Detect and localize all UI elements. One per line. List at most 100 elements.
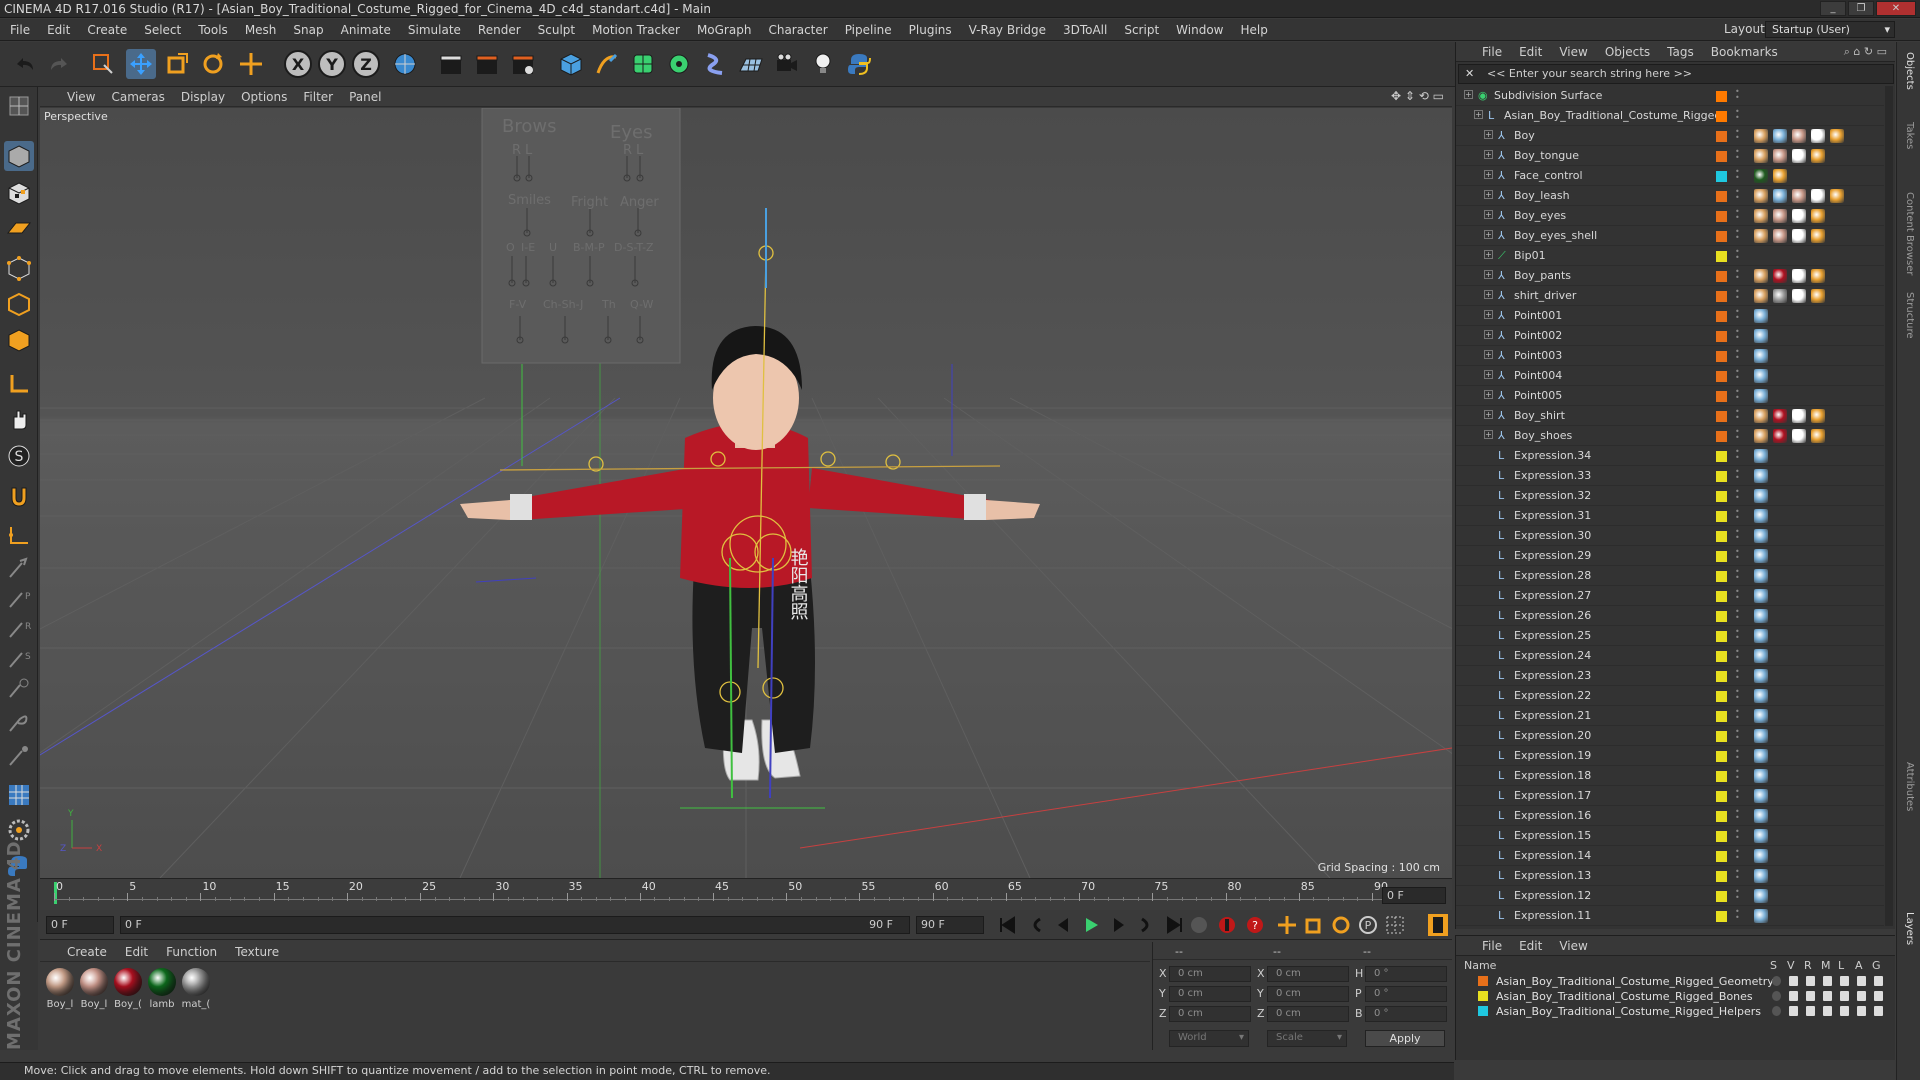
material-menu-create[interactable]: Create bbox=[67, 945, 107, 959]
layer-row[interactable]: Asian_Boy_Traditional_Costume_Rigged_Geo… bbox=[1456, 974, 1886, 989]
object-row[interactable]: + ◉ Subdivision Surface • • bbox=[1456, 86, 1884, 106]
expand-toggle-icon[interactable]: + bbox=[1484, 290, 1493, 299]
object-tag-icon[interactable] bbox=[1754, 189, 1768, 203]
bone-tool-2-button[interactable]: P bbox=[4, 583, 34, 613]
material-menu-edit[interactable]: Edit bbox=[125, 945, 148, 959]
layer-color-swatch[interactable] bbox=[1716, 891, 1727, 902]
visibility-dots-icon[interactable]: • • bbox=[1735, 728, 1740, 742]
layer-color-swatch[interactable] bbox=[1478, 1006, 1488, 1016]
next-keyframe-icon[interactable] bbox=[1136, 914, 1158, 936]
object-tag-icon[interactable] bbox=[1754, 269, 1768, 283]
object-tag-icon[interactable] bbox=[1773, 189, 1787, 203]
layer-color-swatch[interactable] bbox=[1716, 391, 1727, 402]
menu-motion-tracker[interactable]: Motion Tracker bbox=[592, 23, 680, 37]
layer-color-swatch[interactable] bbox=[1716, 631, 1727, 642]
coordinate-system-button[interactable] bbox=[390, 49, 420, 79]
material-swatch[interactable]: mat_( bbox=[181, 968, 211, 1010]
object-tag-icon[interactable] bbox=[1754, 529, 1768, 543]
object-row[interactable]: L Expression.28 • • bbox=[1456, 566, 1884, 586]
visibility-dots-icon[interactable]: • • bbox=[1735, 228, 1740, 242]
layer-color-swatch[interactable] bbox=[1716, 151, 1727, 162]
layer-color-swatch[interactable] bbox=[1478, 991, 1488, 1001]
object-tag-icon[interactable] bbox=[1773, 429, 1787, 443]
texture-mode-button[interactable] bbox=[4, 178, 34, 208]
object-tag-icon[interactable] bbox=[1811, 429, 1825, 443]
visibility-dots-icon[interactable]: • • bbox=[1735, 208, 1740, 222]
visibility-dots-icon[interactable]: • • bbox=[1735, 168, 1740, 182]
layer-color-swatch[interactable] bbox=[1716, 191, 1727, 202]
object-row[interactable]: + ⅄ Boy_eyes_shell • • bbox=[1456, 226, 1884, 246]
layer-color-swatch[interactable] bbox=[1716, 691, 1727, 702]
visibility-dots-icon[interactable]: • • bbox=[1735, 908, 1740, 922]
visibility-dots-icon[interactable]: • • bbox=[1735, 128, 1740, 142]
object-row[interactable]: L Expression.17 • • bbox=[1456, 786, 1884, 806]
visibility-dots-icon[interactable]: • • bbox=[1735, 748, 1740, 762]
layer-toggle-icon[interactable] bbox=[1857, 991, 1866, 1001]
viewport-menu-panel[interactable]: Panel bbox=[349, 90, 381, 104]
visibility-dots-icon[interactable]: • • bbox=[1735, 548, 1740, 562]
layer-toggle-icon[interactable] bbox=[1806, 991, 1815, 1001]
menu-window[interactable]: Window bbox=[1176, 23, 1223, 37]
object-row[interactable]: L Expression.34 • • bbox=[1456, 446, 1884, 466]
transform-tool-button[interactable] bbox=[236, 49, 266, 79]
object-tag-icon[interactable] bbox=[1754, 909, 1768, 923]
joint-tool-button[interactable] bbox=[4, 521, 34, 551]
object-row[interactable]: L Expression.27 • • bbox=[1456, 586, 1884, 606]
layer-color-swatch[interactable] bbox=[1716, 371, 1727, 382]
layer-color-swatch[interactable] bbox=[1716, 331, 1727, 342]
object-row[interactable]: L Expression.25 • • bbox=[1456, 626, 1884, 646]
visibility-dots-icon[interactable]: • • bbox=[1735, 188, 1740, 202]
position-field[interactable]: 0 cm bbox=[1169, 966, 1251, 982]
bone-tool-5-button[interactable] bbox=[4, 673, 34, 703]
object-row[interactable]: + ⅄ Boy_leash • • bbox=[1456, 186, 1884, 206]
expand-toggle-icon[interactable]: + bbox=[1484, 210, 1493, 219]
object-row[interactable]: + ⟋ Bip01 • • bbox=[1456, 246, 1884, 266]
object-row[interactable]: + ⅄ Point005 • • bbox=[1456, 386, 1884, 406]
expand-toggle-icon[interactable]: + bbox=[1474, 110, 1483, 119]
render-view-button[interactable] bbox=[436, 49, 466, 79]
layer-color-swatch[interactable] bbox=[1716, 751, 1727, 762]
object-row[interactable]: + ⅄ Boy_shirt • • bbox=[1456, 406, 1884, 426]
transform-mode-select[interactable]: Scale ▾ bbox=[1267, 1030, 1347, 1047]
object-tag-icon[interactable] bbox=[1754, 209, 1768, 223]
render-settings-button[interactable] bbox=[508, 49, 538, 79]
object-tag-icon[interactable] bbox=[1754, 549, 1768, 563]
add-light-button[interactable] bbox=[808, 49, 838, 79]
position-field[interactable]: 0 cm bbox=[1169, 1006, 1251, 1022]
object-tag-icon[interactable] bbox=[1773, 129, 1787, 143]
menu-animate[interactable]: Animate bbox=[341, 23, 391, 37]
visibility-dots-icon[interactable]: • • bbox=[1735, 428, 1740, 442]
add-floor-button[interactable] bbox=[736, 49, 766, 79]
object-tag-icon[interactable] bbox=[1830, 129, 1844, 143]
expand-toggle-icon[interactable]: + bbox=[1484, 370, 1493, 379]
visibility-dots-icon[interactable]: • • bbox=[1735, 408, 1740, 422]
visibility-dots-icon[interactable]: • • bbox=[1735, 708, 1740, 722]
object-row[interactable]: + ⅄ Point001 • • bbox=[1456, 306, 1884, 326]
menu-edit[interactable]: Edit bbox=[47, 23, 70, 37]
layer-toggle-icon[interactable] bbox=[1840, 976, 1849, 986]
layer-toggle-icon[interactable] bbox=[1840, 991, 1849, 1001]
axis-mode-button[interactable] bbox=[4, 369, 34, 399]
object-row[interactable]: L Expression.15 • • bbox=[1456, 826, 1884, 846]
layer-color-swatch[interactable] bbox=[1716, 271, 1727, 282]
layer-color-swatch[interactable] bbox=[1716, 651, 1727, 662]
layer-color-swatch[interactable] bbox=[1716, 111, 1727, 122]
object-tag-icon[interactable] bbox=[1754, 229, 1768, 243]
bone-tool-7-button[interactable] bbox=[4, 741, 34, 771]
object-tag-icon[interactable] bbox=[1754, 289, 1768, 303]
object-row[interactable]: + ⅄ Point002 • • bbox=[1456, 326, 1884, 346]
object-tag-icon[interactable] bbox=[1754, 589, 1768, 603]
object-tag-icon[interactable] bbox=[1811, 409, 1825, 423]
minimize-button[interactable]: _ bbox=[1820, 1, 1846, 16]
visibility-dots-icon[interactable]: • • bbox=[1735, 868, 1740, 882]
key-rotation-icon[interactable] bbox=[1330, 914, 1352, 936]
object-row[interactable]: L Expression.11 • • bbox=[1456, 906, 1884, 926]
expand-toggle-icon[interactable]: + bbox=[1484, 350, 1493, 359]
visibility-dots-icon[interactable]: • • bbox=[1735, 108, 1740, 122]
expand-toggle-icon[interactable]: + bbox=[1484, 150, 1493, 159]
object-row[interactable]: L Expression.31 • • bbox=[1456, 506, 1884, 526]
visibility-dots-icon[interactable]: • • bbox=[1735, 308, 1740, 322]
keyframe-help-icon[interactable]: ? bbox=[1244, 914, 1266, 936]
bone-tool-4-button[interactable]: S bbox=[4, 643, 34, 673]
expand-toggle-icon[interactable]: + bbox=[1484, 250, 1493, 259]
